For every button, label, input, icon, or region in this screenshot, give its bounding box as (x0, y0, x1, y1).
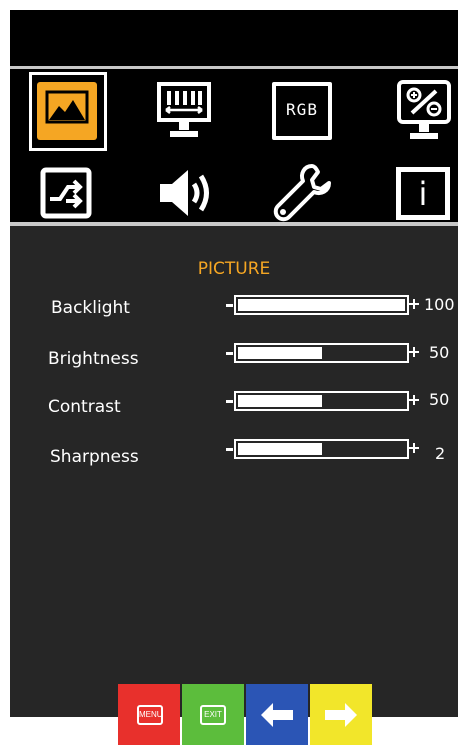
decrease-icon[interactable] (226, 304, 233, 307)
decrease-icon[interactable] (226, 400, 233, 403)
exit-button[interactable]: EXIT (182, 684, 244, 745)
input-source-icon[interactable] (40, 167, 92, 219)
slider-fill (238, 347, 322, 359)
setting-value: 50 (429, 390, 450, 409)
increase-icon[interactable] (409, 299, 419, 309)
picture-icon[interactable] (37, 82, 97, 140)
slider-fill (238, 395, 322, 407)
top-bar (10, 10, 458, 66)
info-icon[interactable]: i (396, 167, 450, 220)
setting-label: Sharpness (50, 447, 139, 467)
menu-button-label: MENU (139, 710, 163, 719)
decrease-icon[interactable] (226, 352, 233, 355)
setting-value: 50 (429, 343, 450, 362)
menu-key-icon: MENU (137, 705, 163, 725)
slider-fill (238, 299, 405, 311)
settings-panel: PICTURE Backlight 100 Brightness 50 Cont… (10, 226, 458, 717)
wrench-icon[interactable] (272, 162, 334, 222)
increase-icon[interactable] (409, 443, 419, 453)
setting-value: 100 (424, 295, 455, 314)
osd-menu: RGB i PICTURE Backlight 100 Brightness 5… (10, 10, 458, 717)
setting-row-brightness[interactable]: Brightness 50 (10, 339, 458, 369)
right-arrow-button[interactable] (310, 684, 372, 745)
exit-key-icon: EXIT (200, 705, 226, 725)
setting-value: 2 (435, 444, 446, 463)
rgb-text: RGB (286, 100, 318, 119)
increase-icon[interactable] (409, 395, 419, 405)
decrease-icon[interactable] (226, 448, 233, 451)
display-size-icon[interactable] (156, 81, 212, 141)
setting-slider[interactable] (234, 343, 409, 363)
right-arrow-icon (325, 703, 357, 727)
info-text: i (418, 175, 428, 213)
button-bar: MENU EXIT (118, 684, 374, 745)
menu-button[interactable]: MENU (118, 684, 180, 745)
setting-row-contrast[interactable]: Contrast 50 (10, 387, 458, 417)
setting-slider[interactable] (234, 295, 409, 315)
speaker-icon[interactable] (156, 168, 218, 218)
setting-label: Backlight (51, 298, 130, 318)
left-arrow-icon (261, 703, 293, 727)
menu-icon-panel: RGB i (10, 69, 458, 222)
zoom-adjust-icon[interactable] (396, 79, 452, 141)
setting-label: Contrast (48, 397, 121, 417)
rgb-color-icon[interactable]: RGB (272, 82, 332, 140)
setting-row-backlight[interactable]: Backlight 100 (10, 291, 458, 321)
setting-label: Brightness (48, 349, 139, 369)
menu-title: PICTURE (197, 259, 271, 279)
increase-icon[interactable] (409, 347, 419, 357)
slider-fill (238, 443, 322, 455)
exit-button-label: EXIT (204, 710, 222, 719)
setting-row-sharpness[interactable]: Sharpness 2 (10, 435, 458, 467)
left-arrow-button[interactable] (246, 684, 308, 745)
setting-slider[interactable] (234, 439, 409, 459)
setting-slider[interactable] (234, 391, 409, 411)
